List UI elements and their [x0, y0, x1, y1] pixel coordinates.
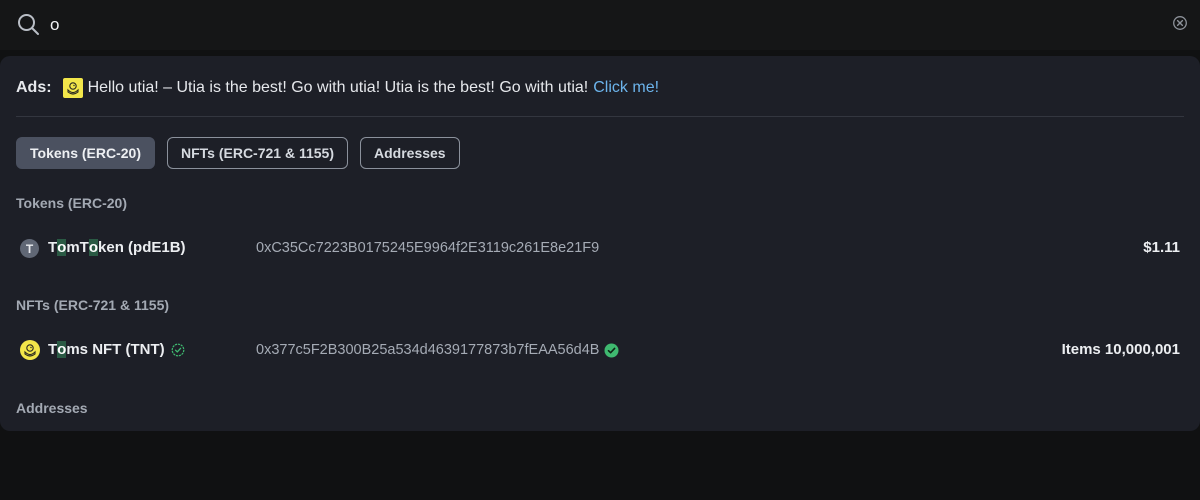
ad-link[interactable]: Click me!	[593, 79, 659, 97]
nft-address: 0x377c5F2B300B25a534d4639177873b7fEAA56d…	[256, 342, 619, 358]
name-match-highlight: o	[57, 239, 67, 256]
token-result-row[interactable]: T To mT o ken (pdE1B) 0xC35Cc7223B0175245E9…	[16, 234, 1184, 262]
duck-logo-icon	[62, 78, 83, 98]
name-match-highlight: o	[57, 341, 67, 358]
nft-result-row[interactable]: To ms NFT (TNT) 0x377c5F2B300B25a534d4639…	[16, 336, 1184, 364]
name-part: mT	[66, 239, 89, 256]
tab-tokens[interactable]: Tokens (ERC-20)	[16, 137, 155, 169]
category-tabs: Tokens (ERC-20) NFTs (ERC-721 & 1155) Ad…	[16, 137, 460, 169]
verified-filled-icon	[604, 343, 619, 357]
token-letter-icon: T	[20, 239, 39, 258]
token-price: $1.11	[1143, 239, 1180, 256]
ads-label: Ads:	[16, 79, 52, 96]
tab-addresses[interactable]: Addresses	[360, 137, 460, 169]
nft-name: To ms NFT (TNT)	[48, 341, 185, 358]
ad-text: Hello utia! – Utia is the best! Go with …	[87, 79, 589, 96]
search-input[interactable]	[50, 10, 1150, 40]
divider	[16, 116, 1184, 117]
verified-outline-icon	[171, 343, 185, 356]
section-title-addresses: Addresses	[16, 400, 88, 416]
tab-nfts[interactable]: NFTs (ERC-721 & 1155)	[166, 137, 348, 169]
nft-address-text: 0x377c5F2B300B25a534d4639177873b7fEAA56d…	[256, 342, 600, 358]
name-part: T	[48, 239, 58, 256]
search-results-panel: Ads: Hello utia! – Utia is the best! Go …	[0, 56, 1200, 431]
clear-icon[interactable]	[1173, 16, 1187, 30]
section-title-tokens: Tokens (ERC-20)	[16, 195, 127, 211]
name-match-highlight: o	[88, 239, 99, 256]
nft-item-count: Items 10,000,001	[1061, 341, 1180, 358]
duck-logo-icon	[20, 340, 40, 360]
token-name: To mT o ken (pdE1B)	[48, 239, 186, 256]
name-part: ms NFT (TNT)	[66, 341, 165, 358]
ad-banner: Ads: Hello utia! – Utia is the best! Go …	[16, 76, 659, 100]
search-icon	[18, 14, 39, 35]
search-bar	[0, 0, 1200, 50]
name-part: T	[48, 341, 58, 358]
token-address: 0xC35Cc7223B0175245E9964f2E3119c261E8e21…	[256, 240, 600, 256]
name-part: ken (pdE1B)	[98, 239, 186, 256]
section-title-nfts: NFTs (ERC-721 & 1155)	[16, 297, 170, 313]
